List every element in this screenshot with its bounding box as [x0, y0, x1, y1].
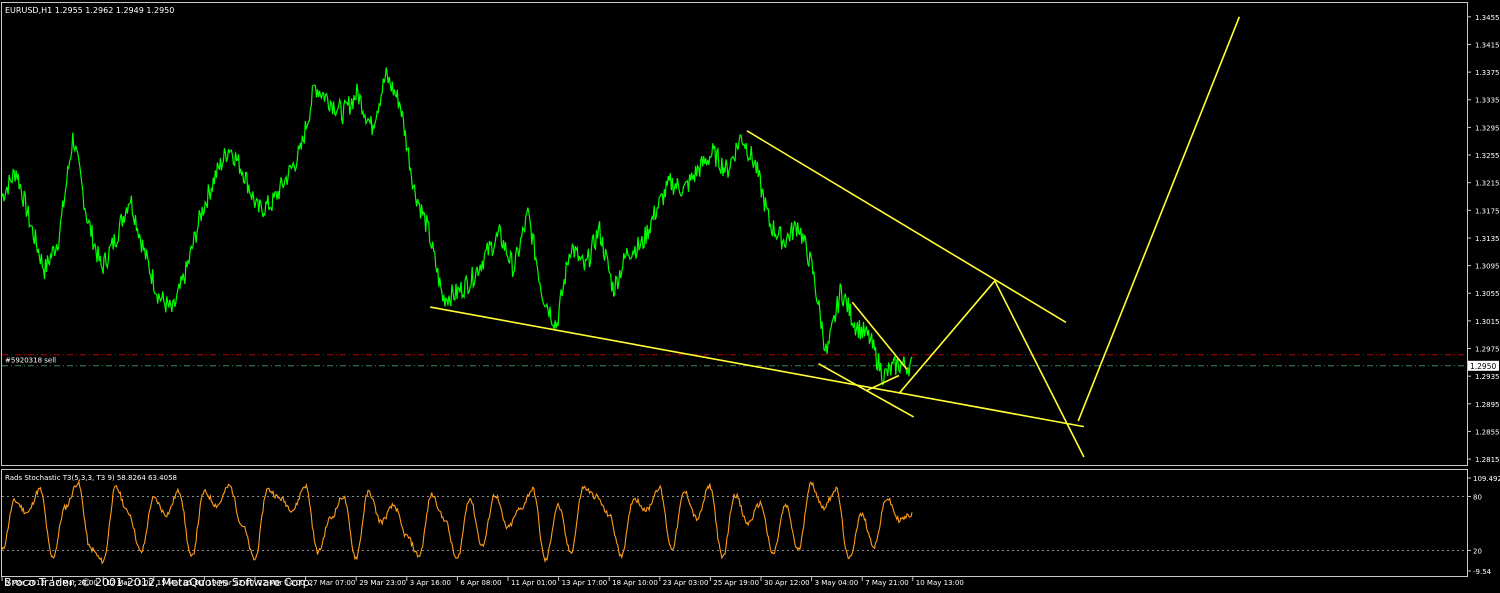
price-tick-label: 1.2815: [1475, 456, 1500, 464]
time-tick-label: 3 Apr 16:00: [410, 579, 451, 587]
indicator-axis: 109.492 80 20 -9.54: [1467, 475, 1500, 576]
indicator-tick-label: 20: [1473, 547, 1482, 555]
indicator-frame: [1, 469, 1468, 577]
price-tick-label: 1.2855: [1475, 428, 1500, 436]
time-tick-label: 18 Apr 10:00: [612, 579, 658, 587]
price-tick-label: 1.3335: [1475, 97, 1500, 105]
time-tick-label: 3 May 04:00: [815, 579, 859, 587]
copyright-footer: Broco Trader, © 2001-2012, MetaQuotes So…: [4, 576, 313, 589]
time-tick-label: 30 Apr 12:00: [764, 579, 810, 587]
price-tick-label: 1.3055: [1475, 290, 1500, 298]
horizontal-lines: #5920318 sell: [2, 354, 1467, 367]
price-tick-label: 1.3215: [1475, 180, 1500, 188]
price-tick-label: 1.2935: [1475, 373, 1500, 381]
price-line: [1, 67, 913, 386]
price-tick-label: 1.3135: [1475, 235, 1500, 243]
price-tick-label: 1.3455: [1475, 14, 1500, 22]
time-tick-label: 6 Apr 08:00: [460, 579, 501, 587]
time-tick-label: 25 Apr 19:00: [713, 579, 759, 587]
chart-symbol-title: EURUSD,H1 1.2955 1.2962 1.2949 1.2950: [5, 6, 174, 15]
trendline-drawings[interactable]: [430, 16, 1241, 458]
price-tick-label: 1.3375: [1475, 69, 1500, 77]
price-axis: 1.3455 1.3415 1.3375 1.3335 1.3295 1.3255 1.32…: [1467, 14, 1500, 464]
indicator-title: Rads Stochastic T3(5,3,3, T3 9) 58.8264 …: [5, 474, 177, 482]
price-tick-label: 1.3175: [1475, 207, 1500, 215]
trendline-wedge-lower: [430, 306, 1085, 428]
stochastic-path: [1, 479, 913, 565]
time-tick-label: 11 Apr 01:00: [511, 579, 557, 587]
time-tick-label: 29 Mar 23:00: [359, 579, 406, 587]
price-series: [1, 67, 913, 386]
trendline-small-base: [866, 374, 900, 392]
indicator-tick-label: 80: [1473, 494, 1482, 502]
main-chart-frame: [1, 2, 1468, 466]
time-tick-label: 13 Apr 17:00: [562, 579, 608, 587]
indicator-tick-label: 109.492: [1473, 475, 1500, 483]
price-tick-label: 1.2975: [1475, 346, 1500, 354]
price-tick-label: 1.3415: [1475, 41, 1500, 49]
price-tick-label: 1.2895: [1475, 401, 1500, 409]
stochastic-line: [1, 479, 913, 565]
time-tick-label: 7 May 21:00: [865, 579, 909, 587]
indicator-tick-label: -9.54: [1473, 568, 1492, 576]
current-price-marker: 1.2950: [1468, 360, 1499, 371]
price-tick-label: 1.3295: [1475, 124, 1500, 132]
sell-order-label: #5920318 sell: [5, 357, 56, 365]
price-tick-label: 1.3255: [1475, 152, 1500, 160]
trendline-projection-rally: [1077, 16, 1241, 422]
trading-terminal: 1.3455 1.3415 1.3375 1.3335 1.3295 1.3255 1.32…: [0, 0, 1500, 589]
price-chart-canvas[interactable]: 1.3455 1.3415 1.3375 1.3335 1.3295 1.3255 1.32…: [0, 0, 1500, 589]
price-tick-label: 1.3095: [1475, 263, 1500, 271]
time-tick-label: 23 Apr 03:00: [663, 579, 709, 587]
price-tick-label: 1.3015: [1475, 318, 1500, 326]
indicator-levels: [2, 496, 1467, 551]
trendline-projection-up: [898, 280, 996, 394]
current-price-label: 1.2950: [1470, 362, 1496, 371]
time-tick-label: 10 May 13:00: [916, 579, 964, 587]
time-tick-label: 27 Mar 07:00: [309, 579, 356, 587]
trendline-wedge-upper: [746, 130, 1067, 323]
